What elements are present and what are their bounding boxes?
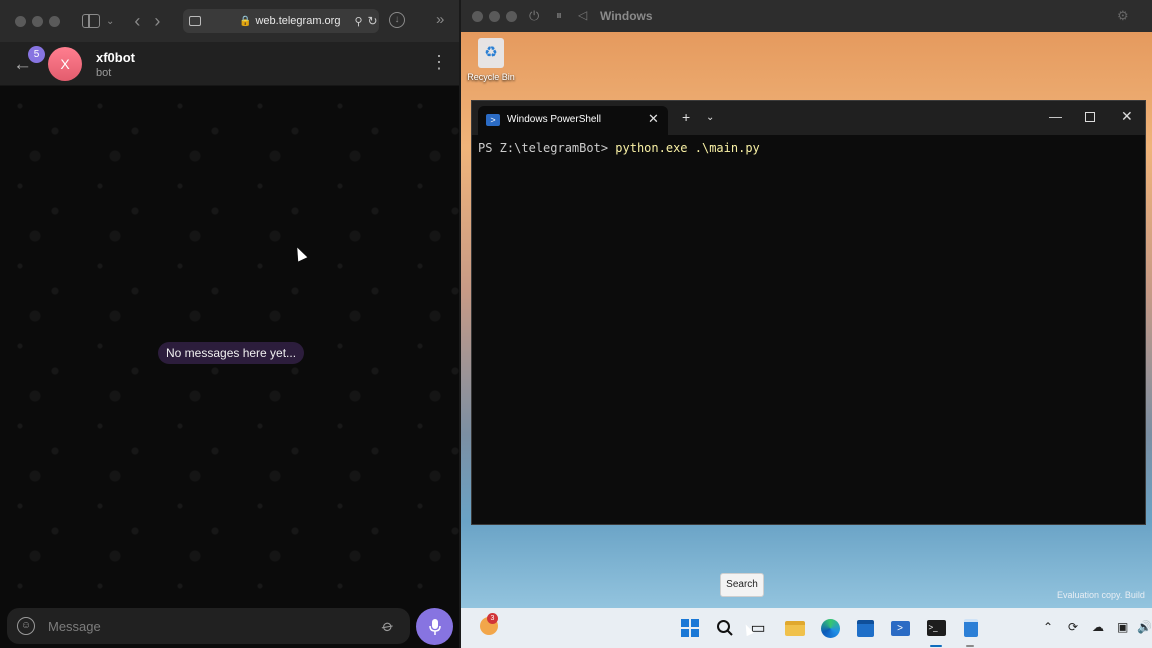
close-button[interactable]: ✕ [1121,108,1133,125]
avatar[interactable]: X [48,47,82,81]
running-app-indicator [966,645,974,647]
emoji-icon[interactable]: ☺ [17,617,35,635]
recycle-bin-icon: ♻ [478,38,504,68]
chat-status: bot [96,67,112,79]
address-bar[interactable]: 🔒 web.telegram.org ⚲ ↻ [183,9,379,33]
task-view-icon: ▭ [750,620,766,637]
new-tab-button[interactable]: + [682,109,690,125]
recycle-bin-shortcut[interactable]: ♻ Recycle Bin [467,38,515,82]
edge-button[interactable] [819,617,841,639]
tray-chevron-icon[interactable]: ⌃ [1043,620,1053,634]
screen: ⌄ ‹ › 🔒 web.telegram.org ⚲ ↻ ↓ » ← 5 X x… [0,0,1152,648]
kebab-menu-icon[interactable]: ⋮ [430,52,448,73]
power-icon[interactable]: ⏻ [529,8,539,24]
windows-desktop: ♻ Recycle Bin > Windows PowerShell ✕ + ⌄… [461,32,1152,608]
search-tooltip: Search [720,573,764,597]
terminal-taskbar-button[interactable]: >_ [925,617,947,639]
powershell-window: > Windows PowerShell ✕ + ⌄ — ✕ PS Z:\tel… [471,100,1146,525]
file-explorer-button[interactable] [784,617,806,639]
url-text[interactable]: web.telegram.org [255,15,340,27]
vm-close-button[interactable] [472,11,483,22]
store-button[interactable] [854,617,876,639]
chevron-down-icon[interactable]: ⌄ [706,112,714,123]
recycle-bin-label: Recycle Bin [467,72,515,82]
reload-icon[interactable]: ↻ [368,14,378,28]
vm-zoom-button[interactable] [506,11,517,22]
evaluation-watermark: Evaluation copy. Build [1057,590,1145,600]
attach-icon[interactable]: ⌀ [378,615,397,637]
volume-icon[interactable]: 🔊 [1137,620,1152,634]
terminal-command: python.exe .\main.py [615,141,760,155]
minimize-button[interactable]: — [1049,109,1062,124]
active-app-indicator [930,645,942,647]
powershell-taskbar-button[interactable]: > [889,617,911,639]
terminal-icon: >_ [926,620,946,636]
store-icon [856,619,874,637]
search-icon [717,620,733,636]
back-icon[interactable]: ◁ [578,8,587,22]
start-button[interactable] [679,617,701,639]
edge-icon [820,618,840,638]
message-input[interactable]: ☺ Message ⌀ [7,608,410,644]
microphone-icon [428,619,441,635]
notepad-icon [964,619,978,637]
vm-title: Windows [600,9,653,23]
browser-window: ⌄ ‹ › 🔒 web.telegram.org ⚲ ↻ ↓ » ← 5 X x… [0,0,459,648]
message-placeholder[interactable]: Message [48,619,101,634]
close-tab-icon[interactable]: ✕ [648,111,659,127]
window-controls[interactable] [15,15,60,27]
vm-titlebar: ⏻ ⏸ ◁ Windows ⚙ [461,0,1152,32]
download-icon[interactable]: ↓ [389,12,405,28]
chat-area: No messages here yet... [0,86,459,606]
vm-window-controls[interactable] [472,11,517,22]
tab-label: Windows PowerShell [507,114,601,125]
composer: ☺ Message ⌀ [0,606,459,648]
vm-minimize-button[interactable] [489,11,500,22]
lock-icon: 🔒 [239,15,252,27]
zoom-window-button[interactable] [49,15,60,27]
powershell-app-icon: > [890,620,910,636]
pause-icon[interactable]: ⏸ [556,8,562,23]
voice-record-button[interactable] [416,608,453,645]
folder-icon [785,620,805,636]
chevron-down-icon[interactable]: ⌄ [106,16,114,27]
tab-windows-powershell[interactable]: > Windows PowerShell ✕ [478,106,668,135]
forward-icon[interactable]: › [154,11,160,32]
empty-chat-notice: No messages here yet... [158,342,305,364]
cloud-icon[interactable]: ☁ [1092,620,1104,634]
translate-icon[interactable]: ⚲ [354,15,362,28]
more-toolbar-icon[interactable]: » [436,11,444,28]
taskbar: 3 ▭ > >_ ⌃ ⟳ ☁ ▣ 🔊 [461,608,1152,648]
tab-overview-icon[interactable] [189,16,201,26]
vm-window: ⏻ ⏸ ◁ Windows ⚙ ♻ Recycle Bin > Windows … [461,0,1152,648]
terminal-line[interactable]: PS Z:\telegramBot> python.exe .\main.py [478,141,760,155]
search-button[interactable] [714,617,736,639]
widget-badge: 3 [487,613,498,624]
chat-title[interactable]: xf0bot [96,50,135,65]
sidebar-toggle-icon[interactable] [82,14,100,28]
chat-header: ← 5 X xf0bot bot ⋮ [0,42,459,86]
terminal-tabbar: > Windows PowerShell ✕ + ⌄ — ✕ [472,101,1145,135]
terminal-prompt: PS Z:\telegramBot> [478,141,616,155]
close-window-button[interactable] [15,15,26,27]
windows-logo-icon [681,619,699,637]
back-icon[interactable]: ‹ [134,11,140,32]
notepad-button[interactable] [960,617,982,639]
minimize-window-button[interactable] [32,15,43,27]
powershell-icon: > [486,114,500,126]
unread-badge: 5 [28,46,45,63]
maximize-button[interactable] [1085,112,1095,122]
sync-icon[interactable]: ⟳ [1068,620,1078,634]
settings-icon[interactable]: ⚙ [1117,8,1129,24]
network-icon[interactable]: ▣ [1117,620,1128,634]
